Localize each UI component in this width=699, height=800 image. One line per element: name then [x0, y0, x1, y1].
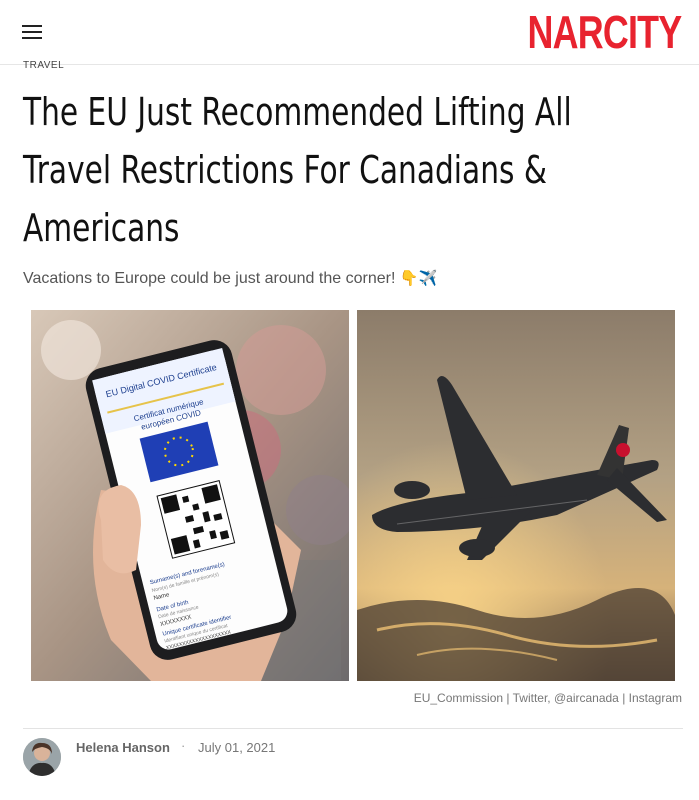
category-link[interactable]: TRAVEL: [23, 60, 64, 71]
pointing-plane-emoji-icon: 👇✈️: [399, 269, 438, 287]
airplane-sunset-photo: [357, 310, 675, 681]
covid-certificate-photo: EU Digital COVID Certificate Certificat …: [31, 310, 349, 681]
headline-line-2: Travel Restrictions For Canadians &: [23, 148, 547, 192]
divider: [23, 728, 683, 729]
headline-line-1: The EU Just Recommended Lifting All: [23, 90, 572, 134]
headline-line-3: Americans: [23, 206, 180, 250]
publish-date: July 01, 2021: [198, 740, 276, 755]
narcity-logo[interactable]: NARCITY: [527, 7, 682, 57]
author-name[interactable]: Helena Hanson: [76, 740, 170, 755]
article-headline: The EU Just Recommended Lifting All Trav…: [23, 83, 663, 257]
subtitle-text: Vacations to Europe could be just around…: [23, 270, 396, 287]
hamburger-icon[interactable]: [22, 24, 42, 40]
article-subtitle: Vacations to Europe could be just around…: [23, 266, 437, 291]
image-credit: EU_Commission | Twitter, @aircanada | In…: [413, 691, 682, 705]
meta-separator: ·: [181, 738, 186, 753]
top-bar: NARCITY: [0, 0, 699, 65]
author-avatar[interactable]: [23, 738, 61, 776]
